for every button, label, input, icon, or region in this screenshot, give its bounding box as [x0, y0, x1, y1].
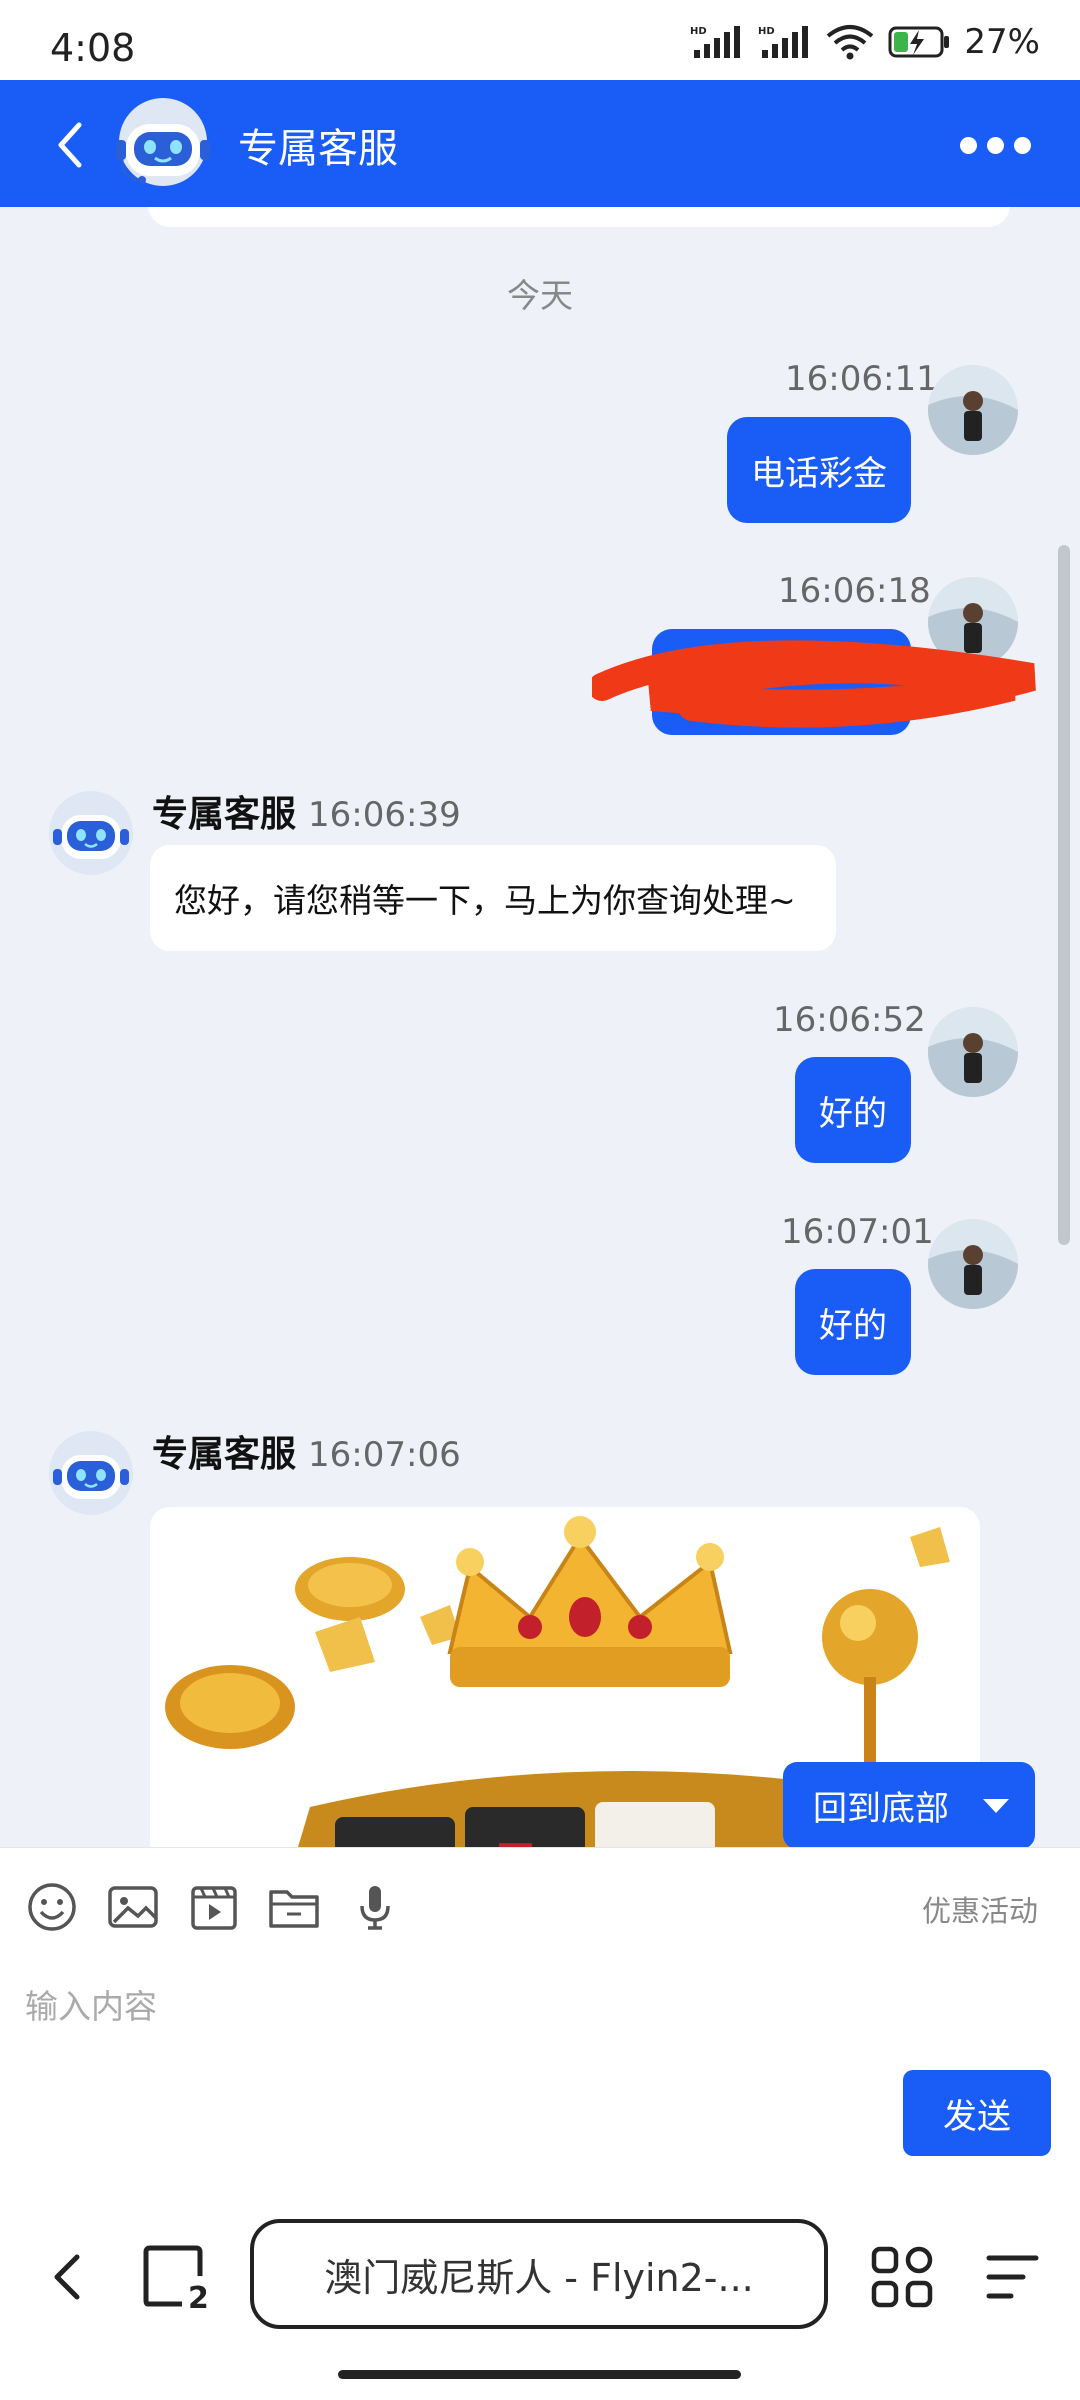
- agent-avatar: [49, 791, 133, 875]
- scroll-to-bottom-label: 回到底部: [813, 1789, 949, 1829]
- hd-signal-icon: HD: [758, 26, 809, 58]
- battery-percent: 27%: [964, 22, 1040, 62]
- chat-message-list[interactable]: 今天 16:06:11 电话彩金 16:06:18 专属客服 16:06:39 您…: [0, 207, 1080, 1847]
- agent-message-bubble[interactable]: 您好，请您稍等一下，马上为你查询处理~: [150, 845, 836, 951]
- user-message-bubble[interactable]: 电话彩金: [727, 417, 911, 523]
- back-button[interactable]: [45, 115, 95, 175]
- emoji-icon[interactable]: [25, 1880, 79, 1934]
- image-icon[interactable]: [106, 1880, 160, 1934]
- message-input-panel: 优惠活动 输入内容 发送: [0, 1847, 1080, 2188]
- redaction-scribble: [592, 640, 1036, 728]
- message-time: 16:06:18: [778, 571, 931, 611]
- agent-name-row: 专属客服 16:07:06: [152, 1425, 461, 1477]
- bot-avatar: [116, 98, 210, 186]
- status-bar: 4:08 HD HD 27%: [0, 0, 1080, 80]
- agent-name: 专属客服: [152, 1434, 297, 1475]
- user-avatar: [928, 365, 1018, 455]
- menu-icon[interactable]: [985, 2250, 1040, 2305]
- hd-signal-icon: HD: [690, 26, 741, 58]
- chevron-down-icon: [983, 1798, 1009, 1813]
- more-dots-icon: [986, 136, 1004, 154]
- message-time: 16:06:39: [308, 795, 461, 835]
- tabs-count-button[interactable]: 2: [142, 2242, 212, 2310]
- date-divider: 今天: [507, 276, 573, 315]
- agent-name: 专属客服: [152, 794, 297, 835]
- user-avatar: [928, 1219, 1018, 1309]
- more-dots-icon: [959, 136, 977, 154]
- svg-text:7: 7: [495, 1832, 537, 1847]
- message-time: 16:06:11: [785, 359, 938, 399]
- battery-charging-icon: [888, 26, 950, 58]
- apps-grid-icon[interactable]: [870, 2245, 934, 2309]
- folder-icon[interactable]: [267, 1880, 321, 1934]
- browser-back-button[interactable]: [45, 2247, 90, 2307]
- more-options-button[interactable]: [950, 125, 1040, 165]
- browser-toolbar: 2 澳门威尼斯人 - Flyin2-...: [0, 2187, 1080, 2400]
- agent-avatar: [49, 1431, 133, 1515]
- header-title: 专属客服: [238, 126, 398, 172]
- message-input[interactable]: 输入内容: [25, 1980, 157, 2028]
- message-time: 16:06:52: [773, 1000, 926, 1040]
- status-icons: HD HD 27%: [690, 22, 1040, 62]
- agent-name-row: 专属客服 16:06:39: [152, 785, 461, 837]
- user-avatar: [928, 1007, 1018, 1097]
- message-time: 16:07:06: [308, 1435, 461, 1475]
- home-indicator[interactable]: [338, 2370, 741, 2379]
- wifi-icon: [827, 25, 874, 60]
- user-message-bubble[interactable]: 好的: [795, 1269, 911, 1375]
- address-bar[interactable]: 澳门威尼斯人 - Flyin2-...: [250, 2219, 828, 2329]
- send-button[interactable]: 发送: [903, 2070, 1051, 2156]
- status-time: 4:08: [50, 26, 136, 70]
- video-icon[interactable]: [187, 1880, 241, 1934]
- svg-text:HD: HD: [758, 26, 775, 37]
- promotions-link[interactable]: 优惠活动: [922, 1888, 1038, 1930]
- user-message-bubble[interactable]: 好的: [795, 1057, 911, 1163]
- svg-text:2: 2: [188, 2281, 209, 2310]
- message-time: 16:07:01: [781, 1212, 934, 1252]
- scroll-to-bottom-button[interactable]: 回到底部: [783, 1762, 1035, 1847]
- svg-text:HD: HD: [690, 26, 707, 37]
- more-dots-icon: [1013, 136, 1031, 154]
- microphone-icon[interactable]: [348, 1880, 402, 1934]
- previous-message-card: [148, 207, 1010, 227]
- chat-scrollbar[interactable]: [1058, 545, 1070, 1245]
- chat-header: 专属客服: [0, 80, 1080, 207]
